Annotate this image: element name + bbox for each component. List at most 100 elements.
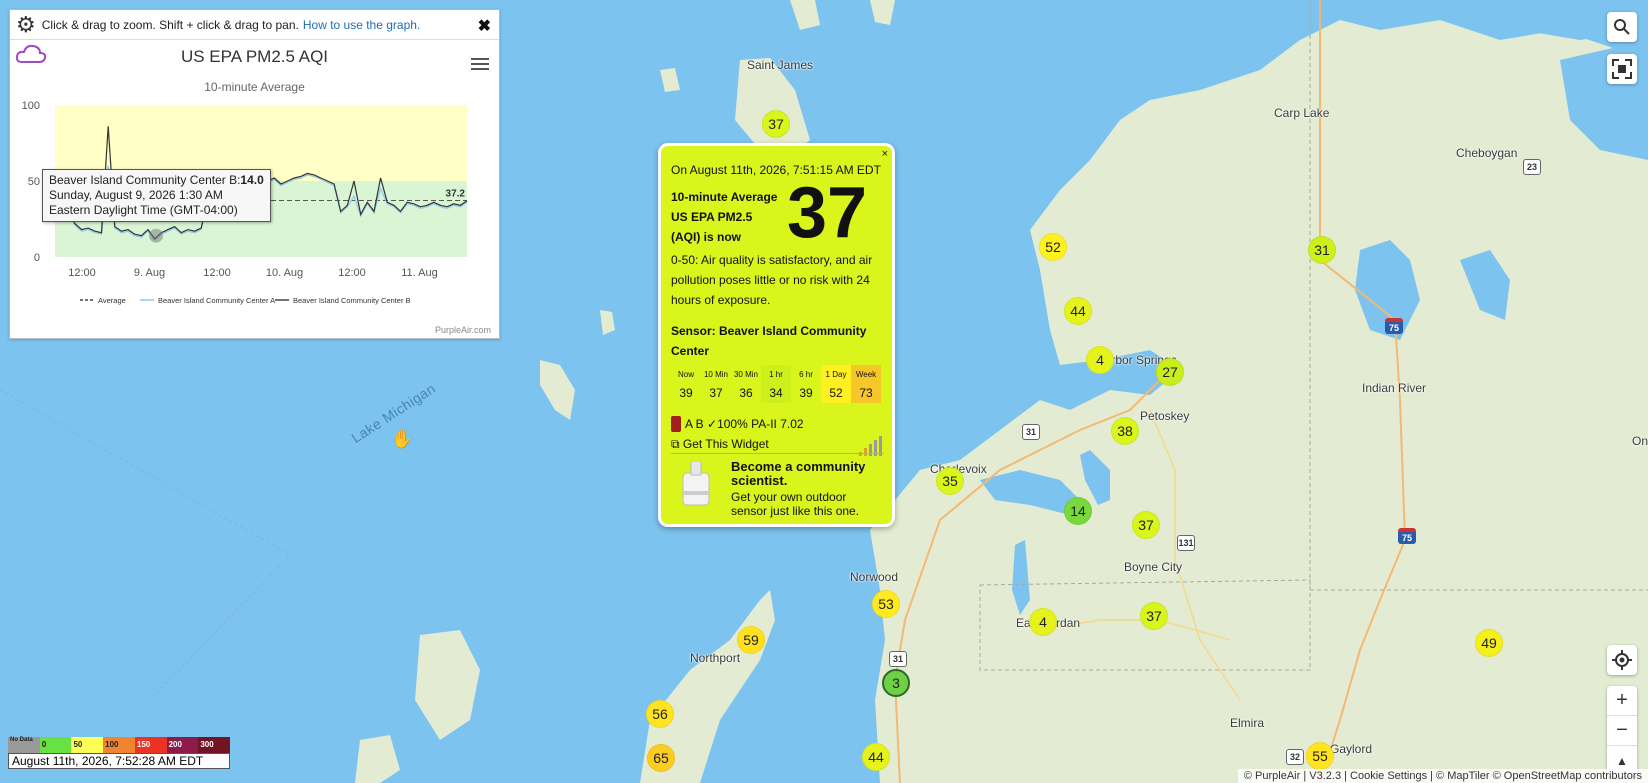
sensor-marker[interactable]: 55 (1306, 742, 1334, 770)
chart-credit[interactable]: PurpleAir.com (435, 325, 491, 335)
history-value: 34 (761, 383, 791, 403)
zoom-out-button[interactable]: − (1607, 716, 1637, 746)
aqi-value: 37 (787, 173, 868, 253)
town-label: Norwood (850, 570, 899, 584)
x-tick-label: 12:00 (203, 267, 231, 279)
sensor-marker[interactable]: 65 (647, 744, 675, 772)
sensor-marker[interactable]: 37 (1132, 511, 1160, 539)
town-label: Boyne City (1124, 560, 1183, 574)
legend-swatch: 100 (103, 737, 135, 753)
locate-button[interactable] (1607, 645, 1637, 675)
zoom-controls: + − ▲ (1607, 686, 1637, 776)
sensor-marker[interactable]: 44 (862, 743, 890, 771)
history-label: 1 hr (761, 365, 791, 383)
town-label: Indian River (1362, 381, 1427, 395)
get-widget-link[interactable]: ⧉ Get This Widget (671, 437, 769, 452)
history-value: 37 (701, 383, 731, 403)
history-label: 6 hr (791, 365, 821, 383)
popup-close-icon[interactable]: × (882, 148, 888, 160)
route-shield: 31 (1022, 424, 1040, 440)
sensor-name: Sensor: Beaver Island Community Center (671, 324, 867, 358)
map-attribution[interactable]: © PurpleAir | V3.2.3 | Cookie Settings |… (1237, 769, 1648, 783)
popup-divider (671, 453, 884, 454)
x-tick-label: 11. Aug (401, 267, 438, 279)
sensor-marker[interactable]: 38 (1111, 417, 1139, 445)
chart-tooltip: Beaver Island Community Center B:14.0 Su… (42, 169, 271, 222)
fullscreen-button[interactable] (1607, 54, 1637, 84)
sensor-marker[interactable]: 4 (1086, 346, 1114, 374)
get-widget-label: Get This Widget (682, 437, 769, 451)
legend-time: August 11th, 2026, 7:52:28 AM EDT (8, 753, 230, 769)
aqi-legend: No Data 0 50 100 150 200 300 August 11th… (8, 737, 231, 769)
tooltip-label: Beaver Island Community Center B: (49, 173, 241, 187)
x-tick-label: 10. Aug (266, 267, 303, 279)
chart-panel[interactable]: ⚙ Click & drag to zoom. Shift + click & … (9, 9, 500, 339)
sensor-marker[interactable]: 3 (882, 669, 910, 697)
route-shield: 131 (1177, 535, 1195, 551)
y-tick-label: 0 (34, 252, 40, 264)
legend-swatch: 200 (166, 737, 199, 753)
sensor-popup[interactable]: × On August 11th, 2026, 7:51:15 AM EDT 1… (658, 143, 895, 527)
y-tick-label: 100 (22, 100, 40, 112)
route-shield: 23 (1523, 159, 1541, 175)
legend-entry: Average (98, 296, 126, 305)
town-label: On (1632, 434, 1648, 448)
legend-swatch: 50 (71, 737, 104, 753)
thermometer-icon[interactable] (671, 416, 681, 432)
history-label: 30 Min (731, 365, 761, 383)
history-value: 36 (731, 383, 761, 403)
legend-swatch: 0 (39, 737, 72, 753)
history-value: 39 (671, 383, 701, 403)
town-label: Cheboygan (1456, 146, 1518, 160)
history-label: Now (671, 365, 701, 383)
sensor-marker[interactable]: 37 (1140, 602, 1168, 630)
town-label: Elmira (1230, 716, 1265, 730)
sensor-marker[interactable]: 14 (1064, 497, 1092, 525)
x-tick-label: 9. Aug (134, 267, 165, 279)
avg-line-3: (AQI) is now (671, 230, 741, 244)
sensor-device-image[interactable] (679, 461, 713, 511)
sensor-marker[interactable]: 27 (1156, 358, 1184, 386)
sensor-marker[interactable]: 59 (737, 626, 765, 654)
history-value: 73 (851, 383, 881, 403)
average-label: 37.2 (446, 188, 466, 199)
legend-swatch: No Data (8, 737, 40, 753)
y-tick-label: 50 (28, 176, 40, 188)
popup-average-label: 10-minute Average US EPA PM2.5 (AQI) is … (671, 187, 786, 247)
legend-entry: Beaver Island Community Center A (158, 296, 275, 305)
sensor-marker[interactable]: 49 (1475, 629, 1503, 657)
history-label: 1 Day (821, 365, 851, 383)
promo-title[interactable]: Become a community scientist. (731, 460, 881, 488)
town-label: Northport (690, 651, 741, 665)
fullscreen-icon (1612, 59, 1632, 79)
sensor-marker[interactable]: 53 (872, 590, 900, 618)
sensor-marker[interactable]: 44 (1064, 297, 1092, 325)
x-tick-label: 12:00 (68, 267, 96, 279)
legend-entry: Beaver Island Community Center B (293, 296, 411, 305)
aqi-description: 0-50: Air quality is satisfactory, and a… (671, 253, 873, 307)
sensor-marker[interactable]: 56 (646, 700, 674, 728)
history-value: 39 (791, 383, 821, 403)
widget-icon: ⧉ (671, 437, 680, 451)
tooltip-timezone: Eastern Daylight Time (GMT-04:00) (49, 203, 238, 217)
history-table: Now 10 Min 30 Min 1 hr 6 hr 1 Day Week 3… (671, 365, 881, 403)
sensor-marker[interactable]: 52 (1039, 233, 1067, 261)
interstate-shield: 75 (1398, 528, 1416, 544)
search-icon (1614, 19, 1630, 35)
sensor-marker[interactable]: 31 (1308, 236, 1336, 264)
hover-point (149, 228, 163, 243)
search-button[interactable] (1607, 12, 1637, 42)
sensor-marker[interactable]: 35 (936, 467, 964, 495)
zoom-in-button[interactable]: + (1607, 686, 1637, 716)
sensor-marker[interactable]: 37 (762, 110, 790, 138)
history-value: 52 (821, 383, 851, 403)
tooltip-date: Sunday, August 9, 2026 1:30 AM (49, 188, 223, 202)
sensor-marker[interactable]: 4 (1029, 608, 1057, 636)
sensor-status-text: A B ✓100% PA-II 7.02 (685, 417, 804, 431)
legend-scale: No Data 0 50 100 150 200 300 (8, 737, 231, 753)
locate-icon (1612, 650, 1632, 670)
promo-text: Get your own outdoor sensor just like th… (731, 490, 860, 518)
x-tick-label: 12:00 (338, 267, 366, 279)
sensor-status: A B ✓100% PA-II 7.02 (671, 416, 804, 432)
route-shield: 32 (1286, 749, 1304, 765)
